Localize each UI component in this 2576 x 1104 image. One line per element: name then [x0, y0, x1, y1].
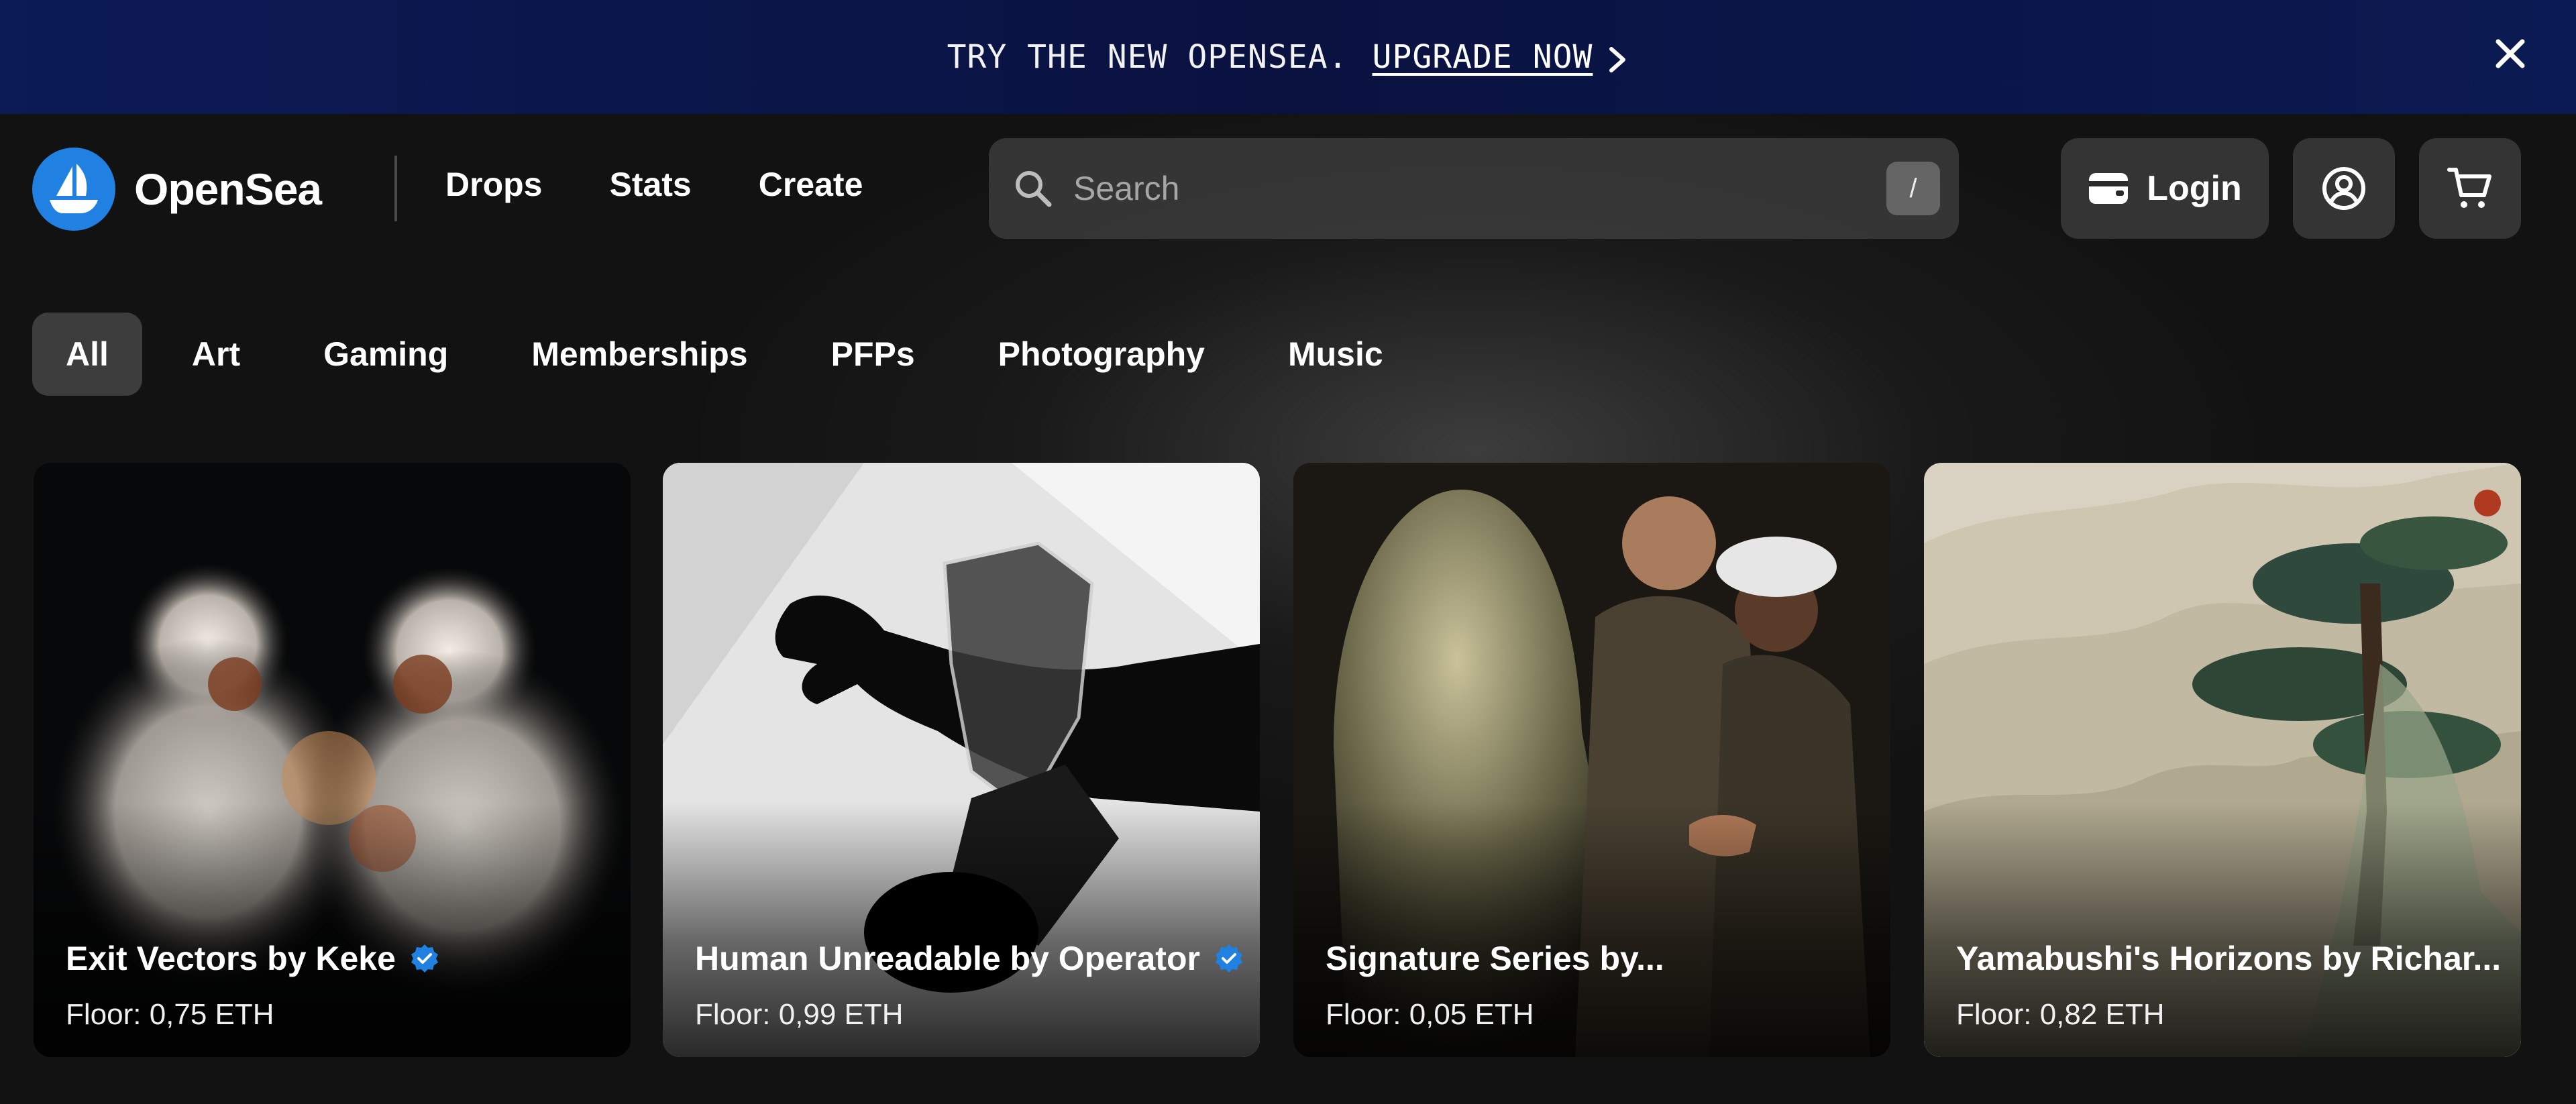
main-nav: Drops Stats Create [445, 165, 863, 204]
banner-text: TRY THE NEW OPENSEA. [947, 38, 1348, 76]
floor-price: Floor: 0,99 ETH [695, 998, 904, 1031]
collection-card[interactable]: Yamabushi's Horizons by Richar... Floor:… [1924, 463, 2521, 1057]
card-title: Human Unreadable by Operator [695, 939, 1246, 978]
collection-name: Yamabushi's Horizons by Richar... [1956, 940, 2502, 977]
category-tabs: All Art Gaming Memberships PFPs Photogra… [32, 313, 1433, 396]
search-icon [1016, 171, 1052, 207]
nav-drops[interactable]: Drops [445, 165, 542, 204]
category-art[interactable]: Art [158, 313, 274, 396]
cart-button[interactable] [2419, 138, 2521, 239]
floor-price: Floor: 0,82 ETH [1956, 998, 2165, 1031]
category-all[interactable]: All [32, 313, 142, 396]
search-shortcut-key: / [1886, 162, 1940, 215]
opensea-logo[interactable]: OpenSea [32, 148, 322, 231]
brand-name: OpenSea [134, 164, 322, 214]
card-info: Exit Vectors by Keke Floor: 0,75 ETH [66, 939, 617, 1032]
floor-price: Floor: 0,75 ETH [66, 998, 274, 1031]
nav-stats[interactable]: Stats [609, 165, 691, 204]
search-bar[interactable]: / [989, 138, 1959, 239]
card-title: Yamabushi's Horizons by Richar... [1956, 939, 2508, 978]
card-info: Signature Series by... Floor: 0,05 ETH [1326, 939, 1877, 1032]
login-label: Login [2147, 169, 2242, 208]
upgrade-now-link[interactable]: UPGRADE NOW [1373, 38, 1593, 76]
nav-create[interactable]: Create [759, 165, 863, 204]
verified-badge-icon [1215, 944, 1242, 973]
category-memberships[interactable]: Memberships [498, 313, 781, 396]
category-gaming[interactable]: Gaming [290, 313, 482, 396]
card-info: Yamabushi's Horizons by Richar... Floor:… [1956, 939, 2508, 1032]
header-divider [394, 156, 397, 221]
category-pfps[interactable]: PFPs [798, 313, 949, 396]
card-title: Signature Series by... [1326, 939, 1877, 978]
app-root: TRY THE NEW OPENSEA. UPGRADE NOW OpenSea [0, 0, 2576, 1104]
collection-name: Signature Series by... [1326, 940, 1664, 977]
close-banner-button[interactable] [2483, 27, 2537, 80]
collection-name: Exit Vectors by Keke [66, 940, 396, 977]
login-button[interactable]: Login [2061, 138, 2269, 239]
upgrade-banner: TRY THE NEW OPENSEA. UPGRADE NOW [0, 0, 2576, 114]
main-area: OpenSea Drops Stats Create / Login [0, 114, 2576, 1104]
chevron-right-icon[interactable] [1606, 44, 1629, 72]
collection-card[interactable]: Human Unreadable by Operator Floor: 0,99… [663, 463, 1260, 1057]
category-music[interactable]: Music [1254, 313, 1417, 396]
card-title: Exit Vectors by Keke [66, 939, 617, 978]
card-info: Human Unreadable by Operator Floor: 0,99… [695, 939, 1246, 1032]
floor-price: Floor: 0,05 ETH [1326, 998, 1534, 1031]
opensea-ship-icon [32, 148, 115, 231]
category-photography[interactable]: Photography [965, 313, 1238, 396]
shopping-cart-icon [2447, 168, 2491, 208]
collection-name: Human Unreadable by Operator [695, 940, 1200, 977]
wallet-icon [2089, 173, 2129, 204]
verified-badge-icon [411, 944, 438, 973]
profile-button[interactable] [2293, 138, 2395, 239]
search-input[interactable] [1073, 169, 1886, 208]
close-icon [2496, 39, 2525, 68]
user-circle-icon [2322, 167, 2365, 210]
banner-message: TRY THE NEW OPENSEA. UPGRADE NOW [947, 38, 1629, 76]
collection-card[interactable]: Exit Vectors by Keke Floor: 0,75 ETH [34, 463, 631, 1057]
collection-card[interactable]: Signature Series by... Floor: 0,05 ETH [1293, 463, 1890, 1057]
